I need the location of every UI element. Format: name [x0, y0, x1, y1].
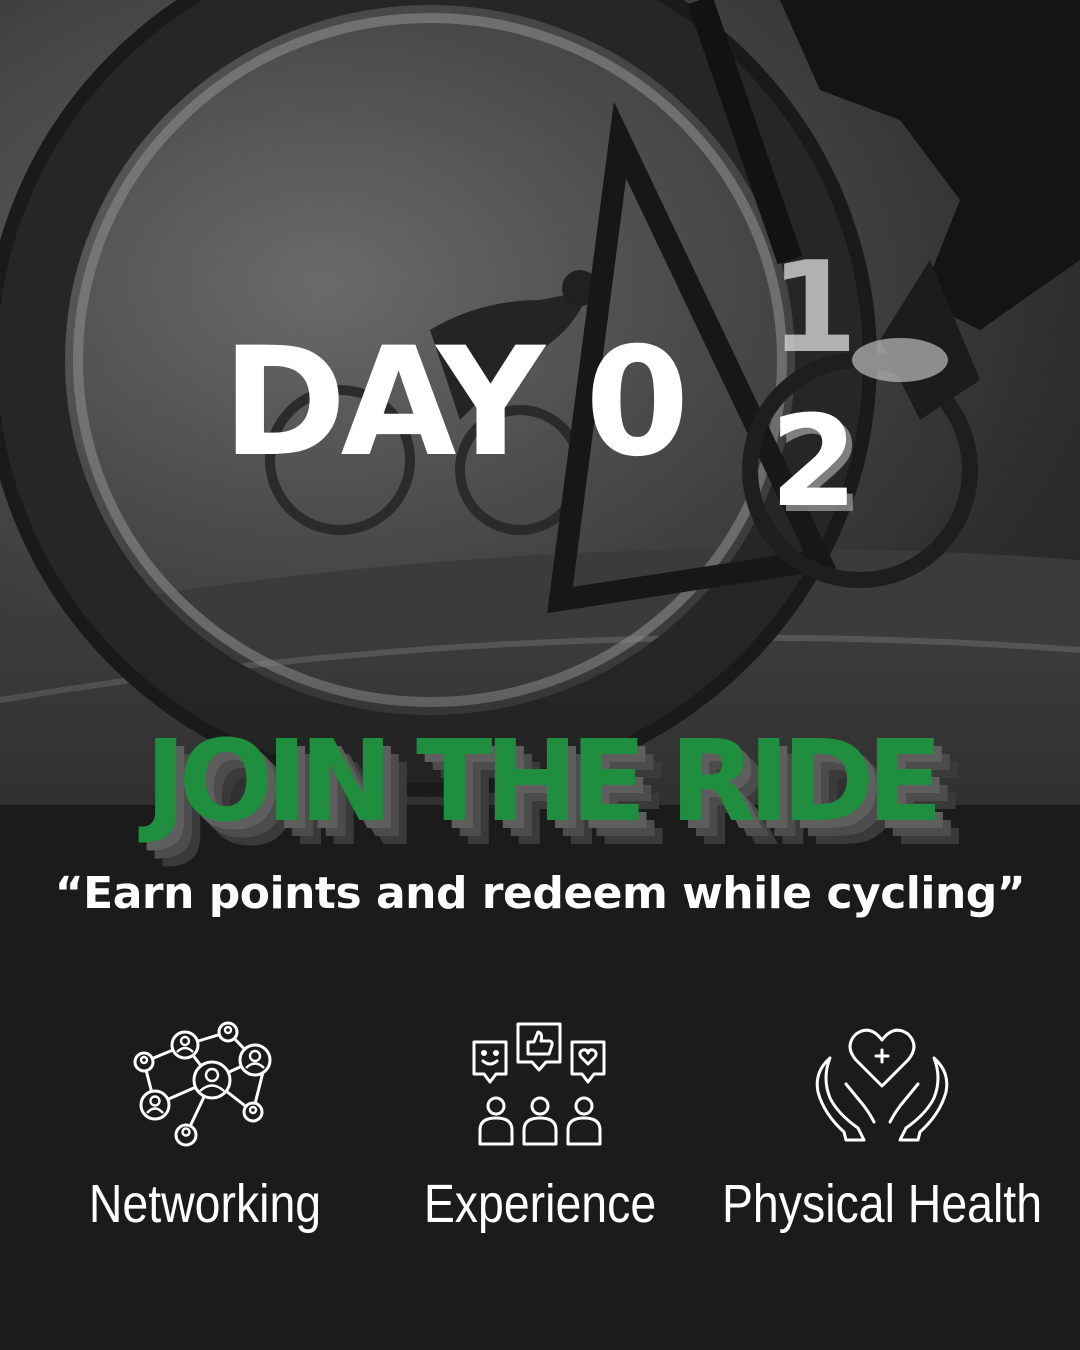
- tagline: “Earn points and redeem while cycling”: [54, 868, 1026, 919]
- day-number-previous: 1: [770, 234, 858, 381]
- feature-networking: Networking: [25, 1000, 385, 1260]
- heart-in-hands-icon: [815, 1028, 949, 1142]
- feature-physical-health: Physical Health: [702, 1000, 1062, 1260]
- feature-experience: Experience: [360, 1000, 720, 1260]
- headline-group: JOIN THE RIDE JOIN THE RIDE JOIN THE RID…: [0, 717, 1080, 870]
- day-number-current: 2: [770, 388, 858, 535]
- feature-label: Networking: [88, 1174, 322, 1234]
- day-label: DAY 0: [222, 316, 689, 490]
- feature-experience-icon: [472, 1022, 606, 1146]
- features-row: Networking Experience Physical Health: [0, 1000, 1080, 1260]
- poster: DAY 0 1 2 JOIN THE RIDE JOIN THE RIDE JO…: [0, 0, 1080, 1350]
- network-people-icon: [133, 1021, 272, 1147]
- headline: JOIN THE RIDE: [144, 717, 943, 847]
- day-counter: DAY 0 1 2: [222, 238, 882, 558]
- feature-label: Physical Health: [721, 1174, 1043, 1234]
- feature-label: Experience: [423, 1174, 657, 1234]
